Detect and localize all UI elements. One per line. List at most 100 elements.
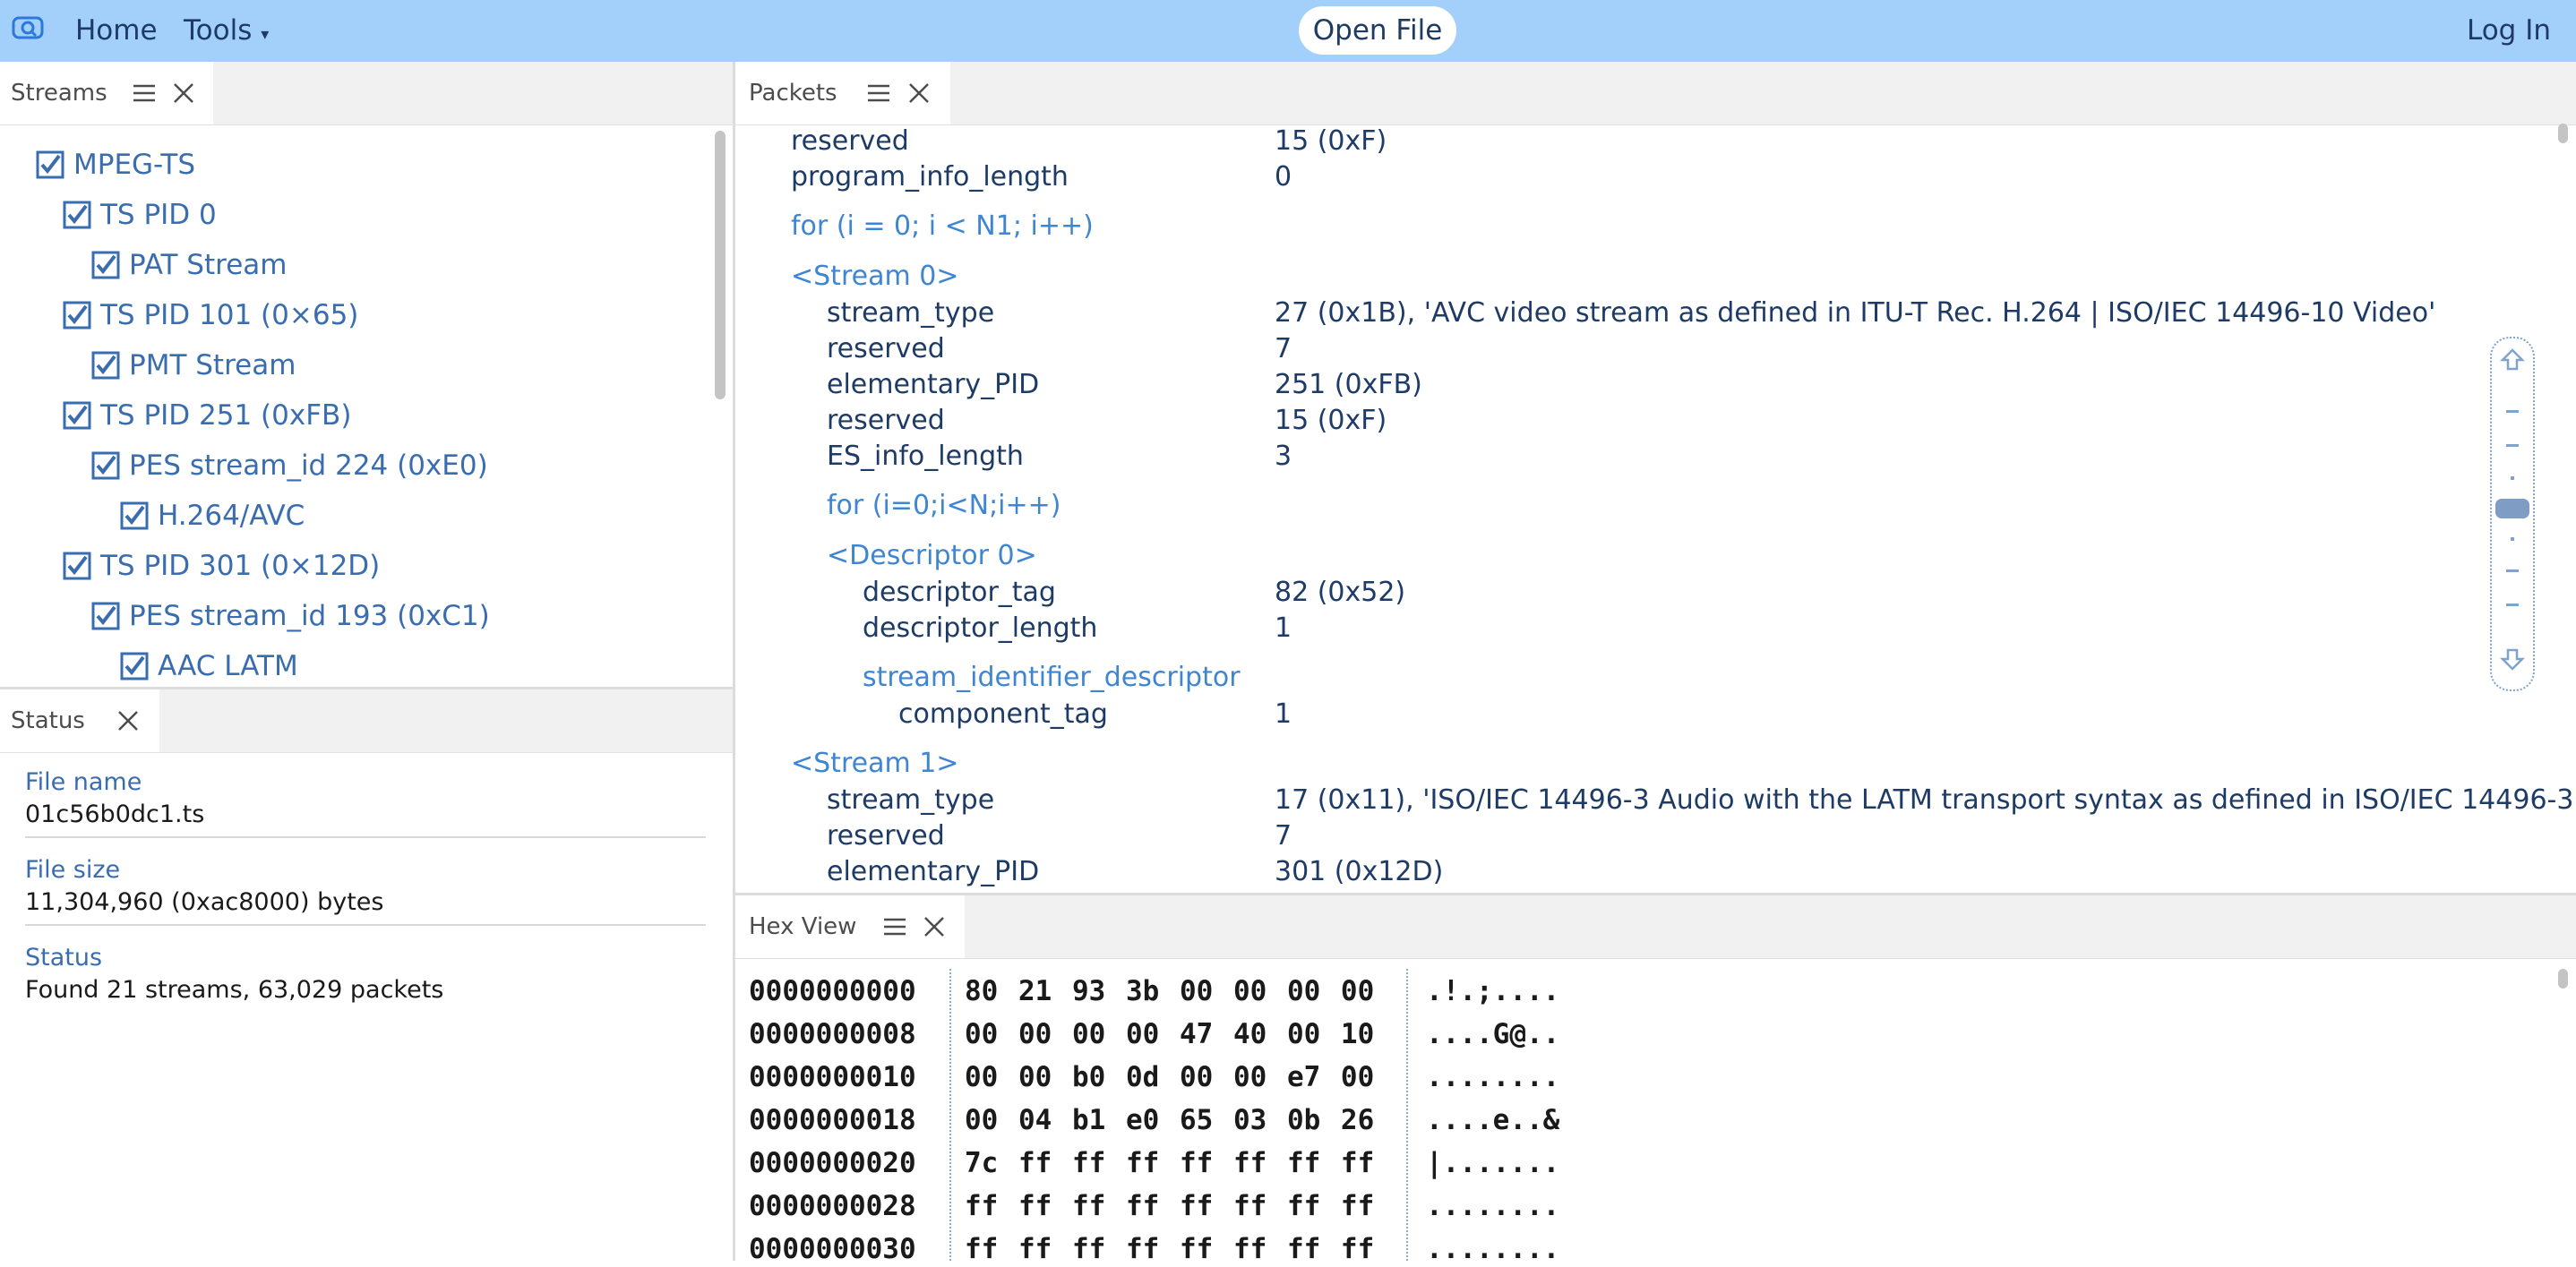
field-name[interactable]: ES_info_length — [827, 440, 1024, 474]
checkbox-checked-icon[interactable] — [120, 501, 149, 530]
checkbox-checked-icon[interactable] — [91, 351, 120, 380]
close-icon[interactable] — [116, 709, 140, 732]
navigator-thumb[interactable] — [2495, 499, 2529, 518]
streams-scrollbar[interactable] — [715, 131, 726, 399]
tick-mark — [2506, 569, 2519, 572]
tree-item-label: PAT Stream — [129, 249, 288, 281]
hex-bytes[interactable]: 80 21 93 3b 00 00 00 00 — [965, 973, 1374, 1009]
hex-ascii[interactable]: |....... — [1426, 1145, 1559, 1181]
tab-hex-view[interactable]: Hex View — [735, 895, 965, 958]
loop-group[interactable]: for (i = 0; i < N1; i++) — [791, 210, 1094, 244]
hex-offset: 0000000028 — [749, 1190, 916, 1222]
tree-item-label: TS PID 0 — [100, 199, 217, 231]
status-value: Found 21 streams, 63,029 packets — [25, 976, 444, 1004]
hex-ascii[interactable]: ....G@.. — [1426, 1016, 1559, 1052]
packets-scrollbar[interactable] — [2558, 124, 2568, 143]
tree-item-label: MPEG-TS — [73, 149, 196, 181]
tree-item-label: PES stream_id 193 (0xC1) — [129, 600, 490, 632]
file-size-label: File size — [25, 856, 121, 884]
field-name[interactable]: program_info_length — [791, 160, 1069, 194]
checkbox-checked-icon[interactable] — [120, 652, 149, 681]
hex-ascii[interactable]: .!.;.... — [1426, 973, 1559, 1009]
descriptor-type-group[interactable]: stream_identifier_descriptor — [863, 661, 1241, 695]
field-value: 27 (0x1B), 'AVC video stream as defined … — [1275, 297, 2436, 329]
arrow-down-icon[interactable] — [2500, 646, 2525, 672]
loop-group[interactable]: for (i=0;i<N;i++) — [827, 489, 1061, 523]
app-logo-icon[interactable] — [11, 14, 47, 43]
checkbox-checked-icon[interactable] — [91, 251, 120, 279]
tick-mark — [2506, 410, 2519, 413]
close-icon[interactable] — [923, 915, 946, 938]
close-icon[interactable] — [172, 81, 195, 105]
hex-bytes[interactable]: 7c ff ff ff ff ff ff ff — [965, 1145, 1374, 1181]
field-value: 7 — [1275, 820, 1292, 852]
top-bar: Home Tools ▾ Open File Log In — [0, 0, 2576, 62]
checkbox-checked-icon[interactable] — [63, 201, 91, 229]
field-name[interactable]: elementary_PID — [827, 368, 1039, 402]
stream-group[interactable]: <Stream 0> — [791, 260, 958, 294]
field-name[interactable]: reserved — [827, 332, 945, 366]
field-name[interactable]: reserved — [791, 124, 909, 158]
menu-icon[interactable] — [866, 81, 891, 105]
tick-mark — [2506, 604, 2519, 606]
stream-group[interactable]: <Stream 1> — [791, 747, 958, 781]
tree-item-label: AAC LATM — [158, 650, 298, 682]
checkbox-checked-icon[interactable] — [91, 451, 120, 480]
hex-bytes[interactable]: 00 00 00 00 47 40 00 10 — [965, 1016, 1374, 1052]
separator — [25, 836, 706, 838]
tick-mark — [2511, 537, 2514, 541]
checkbox-checked-icon[interactable] — [63, 552, 91, 580]
tab-packets[interactable]: Packets — [735, 62, 950, 124]
hex-bytes[interactable]: ff ff ff ff ff ff ff ff — [965, 1231, 1374, 1267]
field-value: 3 — [1275, 441, 1292, 472]
menu-icon[interactable] — [882, 915, 907, 938]
tick-mark — [2511, 476, 2514, 480]
hex-offset: 0000000008 — [749, 1018, 916, 1050]
field-name[interactable]: descriptor_tag — [863, 576, 1056, 610]
hex-bytes[interactable]: 00 00 b0 0d 00 00 e7 00 — [965, 1059, 1374, 1095]
field-name[interactable]: component_tag — [898, 698, 1108, 732]
packets-tabbar: Packets — [735, 62, 2576, 125]
tools-menu[interactable]: Tools ▾ — [184, 13, 269, 53]
hex-scrollbar[interactable] — [2558, 969, 2568, 989]
field-name[interactable]: stream_type — [827, 783, 994, 818]
tab-packets-label: Packets — [749, 80, 837, 107]
field-name[interactable]: stream_type — [827, 296, 994, 330]
tree-item-label: PES stream_id 224 (0xE0) — [129, 449, 488, 482]
status-tabbar: Status — [0, 689, 733, 753]
field-name[interactable]: reserved — [827, 819, 945, 853]
hex-ascii[interactable]: ........ — [1426, 1231, 1559, 1267]
close-icon[interactable] — [907, 81, 931, 105]
login-link[interactable]: Log In — [2467, 13, 2551, 48]
hex-bytes[interactable]: 00 04 b1 e0 65 03 0b 26 — [965, 1102, 1374, 1138]
tab-hex-view-label: Hex View — [749, 913, 857, 940]
checkbox-checked-icon[interactable] — [36, 150, 64, 179]
arrow-up-icon[interactable] — [2500, 347, 2525, 372]
field-value: 251 (0xFB) — [1275, 369, 1422, 400]
field-value: 7 — [1275, 333, 1292, 364]
separator — [25, 924, 706, 926]
tab-status[interactable]: Status — [0, 689, 159, 752]
field-name[interactable]: elementary_PID — [827, 855, 1039, 889]
field-name[interactable]: descriptor_length — [863, 612, 1097, 646]
tab-streams-label: Streams — [11, 80, 107, 107]
vertical-splitter[interactable] — [733, 62, 735, 1261]
home-link[interactable]: Home — [75, 13, 158, 48]
hex-ascii[interactable]: ........ — [1426, 1059, 1559, 1095]
file-name-value: 01c56b0dc1.ts — [25, 800, 205, 828]
checkbox-checked-icon[interactable] — [91, 602, 120, 630]
packet-navigator[interactable] — [2490, 337, 2535, 691]
hex-ascii[interactable]: ........ — [1426, 1188, 1559, 1224]
checkbox-checked-icon[interactable] — [63, 301, 91, 330]
hex-ascii[interactable]: ....e..& — [1426, 1102, 1559, 1138]
tree-item-label: H.264/AVC — [158, 500, 305, 532]
field-name[interactable]: reserved — [827, 404, 945, 438]
tab-streams[interactable]: Streams — [0, 62, 213, 124]
status-file-name: File name 01c56b0dc1.ts — [25, 766, 706, 838]
hex-bytes[interactable]: ff ff ff ff ff ff ff ff — [965, 1188, 1374, 1224]
descriptor-group[interactable]: <Descriptor 0> — [827, 539, 1037, 573]
open-file-button[interactable]: Open File — [1299, 6, 1456, 55]
menu-icon[interactable] — [132, 81, 157, 105]
checkbox-checked-icon[interactable] — [63, 401, 91, 430]
field-value: 1 — [1275, 698, 1292, 730]
